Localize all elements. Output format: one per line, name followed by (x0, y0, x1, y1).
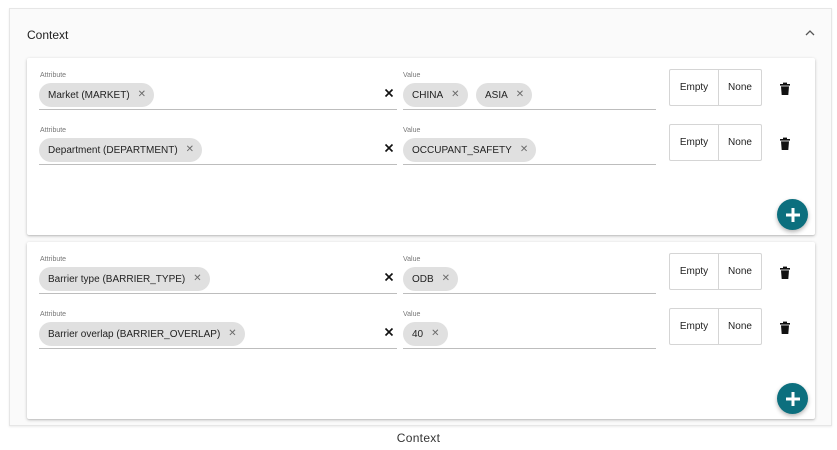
trash-icon[interactable] (779, 321, 791, 335)
attribute-chip[interactable]: Market (MARKET) ✕ (39, 83, 155, 107)
toggle-none[interactable]: None (718, 254, 761, 289)
trash-icon[interactable] (779, 137, 791, 151)
chip-remove-icon[interactable]: ✕ (442, 274, 450, 284)
condition-group: Attribute Barrier type (BARRIER_TYPE) ✕ … (27, 242, 815, 419)
chip-remove-icon[interactable]: ✕ (451, 90, 459, 100)
chip-label: ODB (412, 273, 434, 285)
chip-label: Barrier overlap (BARRIER_OVERLAP) (48, 328, 221, 340)
value-label: Value (403, 72, 421, 79)
condition-row: Attribute Barrier type (BARRIER_TYPE) ✕ … (27, 253, 815, 308)
add-icon (785, 391, 800, 406)
chip-label: 40 (412, 328, 424, 340)
chip-label: Barrier type (BARRIER_TYPE) (48, 273, 186, 285)
add-condition-button[interactable] (777, 383, 808, 414)
toggle-empty[interactable]: Empty (670, 70, 718, 105)
attribute-chip[interactable]: Department (DEPARTMENT) ✕ (39, 138, 203, 162)
chip-remove-icon[interactable]: ✕ (138, 90, 146, 100)
value-field-underline (403, 109, 656, 110)
attribute-field-underline (39, 293, 397, 294)
value-field-underline (403, 348, 656, 349)
attribute-label: Attribute (40, 72, 67, 79)
attribute-field-underline (39, 109, 397, 110)
chip-label: OCCUPANT_SAFETY (412, 144, 512, 156)
empty-none-toggle: Empty None (669, 124, 762, 161)
value-field-underline (403, 293, 656, 294)
context-panel: Context Attribute Market (MARKET) ✕ Valu… (9, 8, 832, 426)
attribute-field-underline (39, 164, 397, 165)
toggle-empty[interactable]: Empty (670, 254, 718, 289)
chip-remove-icon[interactable]: ✕ (516, 90, 524, 100)
value-label: Value (403, 256, 421, 263)
empty-none-toggle: Empty None (669, 253, 762, 290)
attribute-chip[interactable]: Barrier type (BARRIER_TYPE) ✕ (39, 267, 210, 291)
add-icon (785, 207, 800, 222)
empty-none-toggle: Empty None (669, 69, 762, 106)
value-label: Value (403, 127, 421, 134)
value-chip[interactable]: 40 ✕ (403, 322, 448, 346)
panel-title: Context (27, 28, 69, 42)
condition-row: Attribute Department (DEPARTMENT) ✕ Valu… (27, 124, 815, 179)
add-condition-button[interactable] (777, 199, 808, 230)
attribute-label: Attribute (40, 256, 67, 263)
value-chip[interactable]: CHINA ✕ (403, 83, 468, 107)
caption: Context (396, 431, 441, 445)
chip-remove-icon[interactable]: ✕ (520, 145, 528, 155)
chip-remove-icon[interactable]: ✕ (228, 329, 236, 339)
chip-remove-icon[interactable]: ✕ (431, 329, 439, 339)
attribute-field-underline (39, 348, 397, 349)
value-chip[interactable]: OCCUPANT_SAFETY ✕ (403, 138, 537, 162)
toggle-none[interactable]: None (718, 309, 761, 344)
toggle-empty[interactable]: Empty (670, 125, 718, 160)
clear-icon[interactable] (383, 87, 395, 99)
empty-none-toggle: Empty None (669, 308, 762, 345)
trash-icon[interactable] (779, 82, 791, 96)
attribute-label: Attribute (40, 311, 67, 318)
condition-group: Attribute Market (MARKET) ✕ Value CHINA … (27, 58, 815, 235)
chip-label: ASIA (485, 89, 508, 101)
condition-row: Attribute Market (MARKET) ✕ Value CHINA … (27, 69, 815, 124)
condition-row: Attribute Barrier overlap (BARRIER_OVERL… (27, 308, 815, 363)
value-label: Value (403, 311, 421, 318)
chip-label: CHINA (412, 89, 444, 101)
clear-icon[interactable] (383, 142, 395, 154)
chip-remove-icon[interactable]: ✕ (186, 145, 194, 155)
chevron-up-icon[interactable] (803, 26, 817, 40)
chip-label: Market (MARKET) (48, 89, 130, 101)
clear-icon[interactable] (383, 326, 395, 338)
toggle-none[interactable]: None (718, 70, 761, 105)
toggle-empty[interactable]: Empty (670, 309, 718, 344)
trash-icon[interactable] (779, 266, 791, 280)
toggle-none[interactable]: None (718, 125, 761, 160)
attribute-label: Attribute (40, 127, 67, 134)
attribute-chip[interactable]: Barrier overlap (BARRIER_OVERLAP) ✕ (39, 322, 245, 346)
value-field-underline (403, 164, 656, 165)
value-chip[interactable]: ASIA ✕ (476, 83, 533, 107)
chip-remove-icon[interactable]: ✕ (193, 274, 201, 284)
chip-label: Department (DEPARTMENT) (48, 144, 178, 156)
value-chip[interactable]: ODB ✕ (403, 267, 459, 291)
clear-icon[interactable] (383, 271, 395, 283)
